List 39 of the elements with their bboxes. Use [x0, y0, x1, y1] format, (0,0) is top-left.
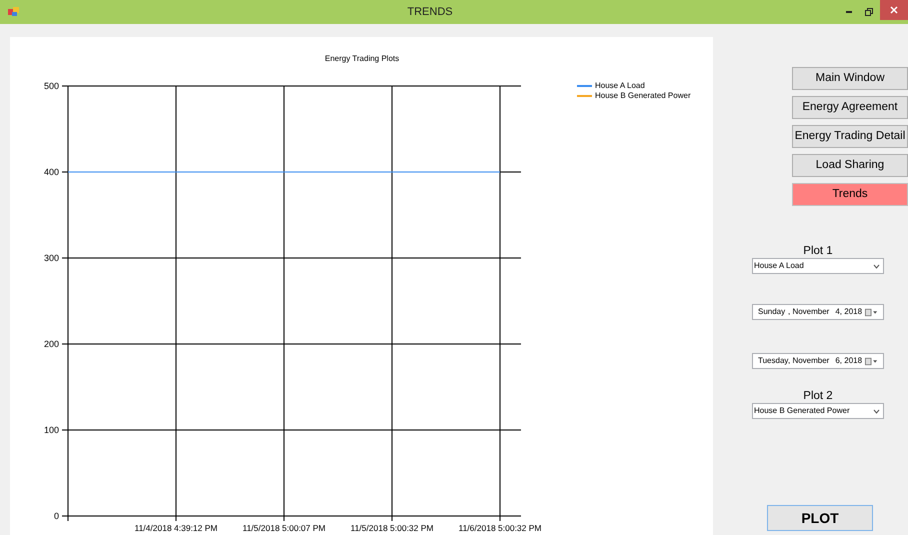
close-icon: [890, 6, 898, 14]
x-tick-label: 11/5/2018 5:00:32 PM: [350, 523, 434, 533]
window-title: TRENDS: [406, 4, 454, 20]
date-picker[interactable]: Sunday , November 4, 2018: [752, 304, 884, 320]
chart-title: Energy Trading Plots: [324, 54, 400, 63]
y-tick-label: 0: [54, 511, 59, 521]
month-text: , November: [788, 356, 830, 366]
calendar-dropdown-icon[interactable]: [865, 308, 878, 316]
x-tick-label: 11/5/2018 5:00:07 PM: [242, 523, 326, 533]
plot-label: Plot 1: [802, 244, 834, 258]
day-year-text: 4, 2018: [835, 307, 862, 317]
nav-button[interactable]: Load Sharing: [792, 154, 908, 177]
legend-label: House A Load: [595, 81, 645, 91]
date-picker[interactable]: Tuesday, November 6, 2018: [752, 353, 884, 369]
chevron-down-icon: [873, 408, 880, 414]
day-year-text: 6, 2018: [835, 356, 862, 366]
month-text: , November: [788, 307, 830, 317]
dropdown[interactable]: House B Generated Power: [752, 403, 884, 419]
y-tick-label: 300: [44, 253, 59, 263]
app-icon: [8, 7, 20, 17]
y-tick-label: 100: [44, 425, 59, 435]
chevron-down-icon: [873, 264, 880, 268]
nav-button[interactable]: Main Window: [792, 67, 908, 90]
restore-icon: [865, 8, 873, 16]
dropdown[interactable]: House A Load: [752, 258, 884, 274]
calendar-dropdown-icon[interactable]: [865, 356, 878, 366]
plot-button[interactable]: PLOT: [767, 505, 873, 531]
legend-label: House B Generated Power: [595, 91, 691, 101]
nav-button[interactable]: Trends: [792, 183, 908, 206]
y-tick-label: 200: [44, 339, 59, 349]
nav-button[interactable]: Energy Trading Detail: [792, 125, 908, 148]
plot-label: Plot 2: [802, 389, 834, 403]
nav-button[interactable]: Energy Agreement: [792, 96, 908, 119]
x-tick-label: 11/6/2018 5:00:32 PM: [458, 523, 542, 533]
close-button[interactable]: [880, 0, 908, 20]
y-tick-label: 400: [44, 167, 59, 177]
y-tick-label: 500: [44, 81, 59, 91]
weekday-text: Sunday: [758, 307, 785, 317]
x-tick-label: 11/4/2018 4:39:12 PM: [134, 523, 218, 533]
